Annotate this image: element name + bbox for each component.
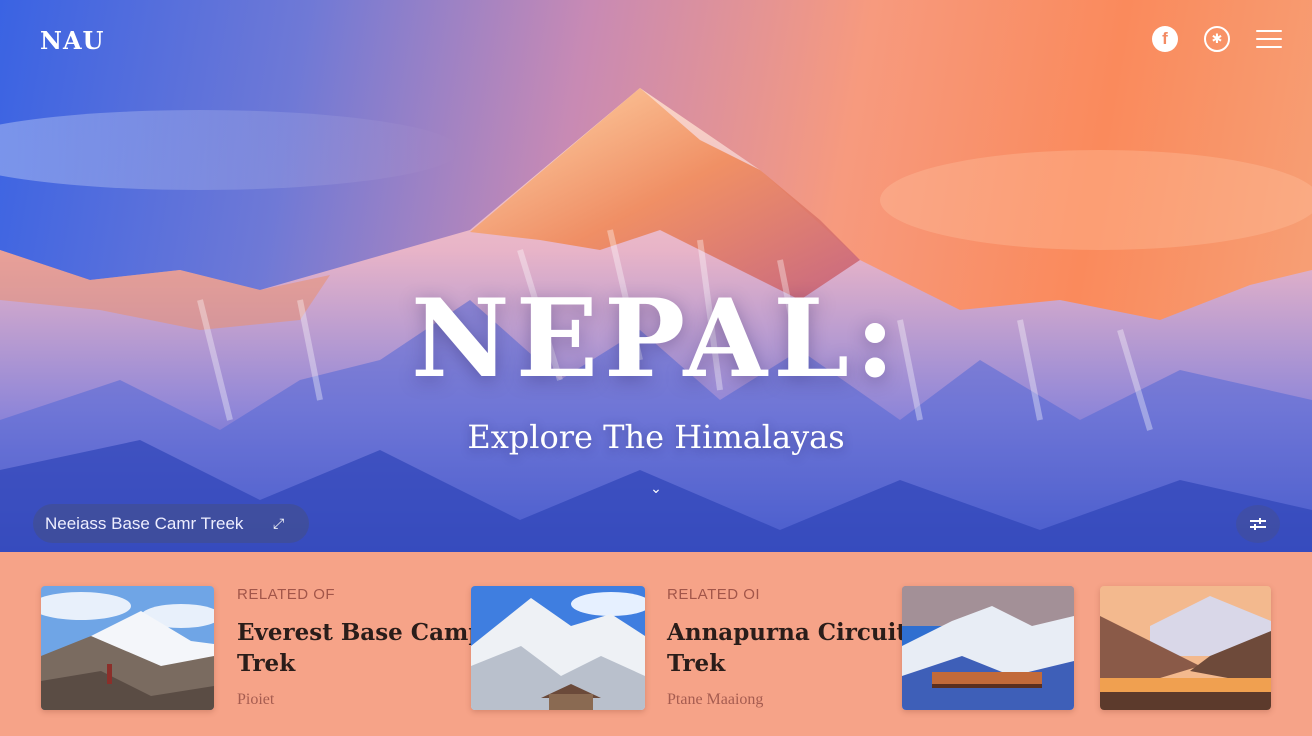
- trek-meta: Pioiet: [237, 691, 275, 708]
- related-card-1[interactable]: RELATED OF Everest Base Camp Trek Pioiet: [237, 586, 484, 709]
- filter-sliders-icon[interactable]: [1236, 505, 1280, 543]
- trek-title-line: Everest Base Camp: [237, 619, 485, 646]
- mountain-lodge-image: [902, 586, 1074, 710]
- trek-search-input[interactable]: [45, 513, 265, 534]
- mountain-lodge-thumbnail[interactable]: [902, 586, 1074, 710]
- trek-title-line: Annapurna Circuit: [667, 619, 907, 646]
- annapurna-trek-image: [471, 586, 645, 710]
- everest-trek-thumbnail[interactable]: [41, 586, 214, 710]
- trek-title-line: Trek: [237, 650, 296, 677]
- expand-arrow-icon[interactable]: ⤢: [273, 515, 284, 532]
- hero-subtitle: Explore The Himalayas: [467, 418, 845, 456]
- trek-meta: Ptane Maaiong: [667, 691, 764, 708]
- hero-banner: NAU f ✱ NEPAL: Explore The Himalayas ⌄ ⤢: [0, 0, 1312, 552]
- header-actions: f ✱: [1152, 26, 1282, 52]
- trek-title[interactable]: Everest Base Camp Trek: [237, 617, 484, 679]
- star-badge-icon[interactable]: ✱: [1204, 26, 1230, 52]
- related-card-2[interactable]: RELATED OI Annapurna Circuit Trek Ptane …: [667, 586, 907, 709]
- brand-logo[interactable]: NAU: [40, 26, 105, 55]
- facebook-icon[interactable]: f: [1152, 26, 1178, 52]
- hero-title: NEPAL:: [411, 276, 901, 402]
- trek-title[interactable]: Annapurna Circuit Trek: [667, 617, 907, 679]
- filter-sliders-glyph: [1250, 518, 1266, 530]
- trek-title-line: Trek: [667, 650, 726, 677]
- valley-lake-image: [1100, 586, 1271, 710]
- valley-lake-thumbnail[interactable]: [1100, 586, 1271, 710]
- trek-search-box[interactable]: ⤢: [33, 504, 309, 543]
- related-treks-strip: RELATED OF Everest Base Camp Trek Pioiet…: [0, 552, 1312, 736]
- annapurna-trek-thumbnail[interactable]: [471, 586, 645, 710]
- everest-trek-image: [41, 586, 214, 710]
- related-label: RELATED OF: [237, 586, 336, 603]
- hamburger-menu-icon[interactable]: [1256, 30, 1282, 48]
- chevron-down-icon[interactable]: ⌄: [648, 480, 664, 497]
- related-label: RELATED OI: [667, 586, 761, 603]
